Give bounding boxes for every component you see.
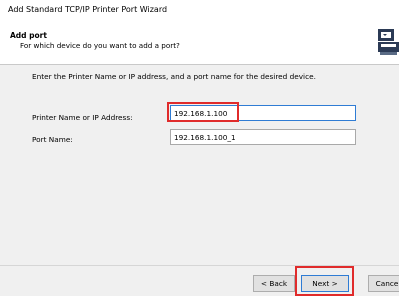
wizard-header: Add port For which device do you want to… [0, 20, 399, 64]
printer-name-input[interactable] [170, 105, 356, 121]
back-button[interactable]: < Back [253, 275, 295, 292]
cancel-button[interactable]: Cancel [368, 275, 399, 292]
wizard-footer: < Back Next > Cancel [0, 266, 399, 296]
port-name-input[interactable] [170, 129, 356, 145]
printer-network-icon [378, 29, 399, 55]
wizard-content: Enter the Printer Name or IP address, an… [0, 65, 399, 265]
next-button[interactable]: Next > [301, 275, 349, 292]
page-heading: Add port [10, 31, 47, 40]
printer-name-label: Printer Name or IP Address: [32, 113, 133, 122]
window-title: Add Standard TCP/IP Printer Port Wizard [8, 5, 168, 14]
page-subheading: For which device do you want to add a po… [20, 41, 180, 50]
port-name-label: Port Name: [32, 135, 73, 144]
instructions-text: Enter the Printer Name or IP address, an… [32, 72, 316, 81]
